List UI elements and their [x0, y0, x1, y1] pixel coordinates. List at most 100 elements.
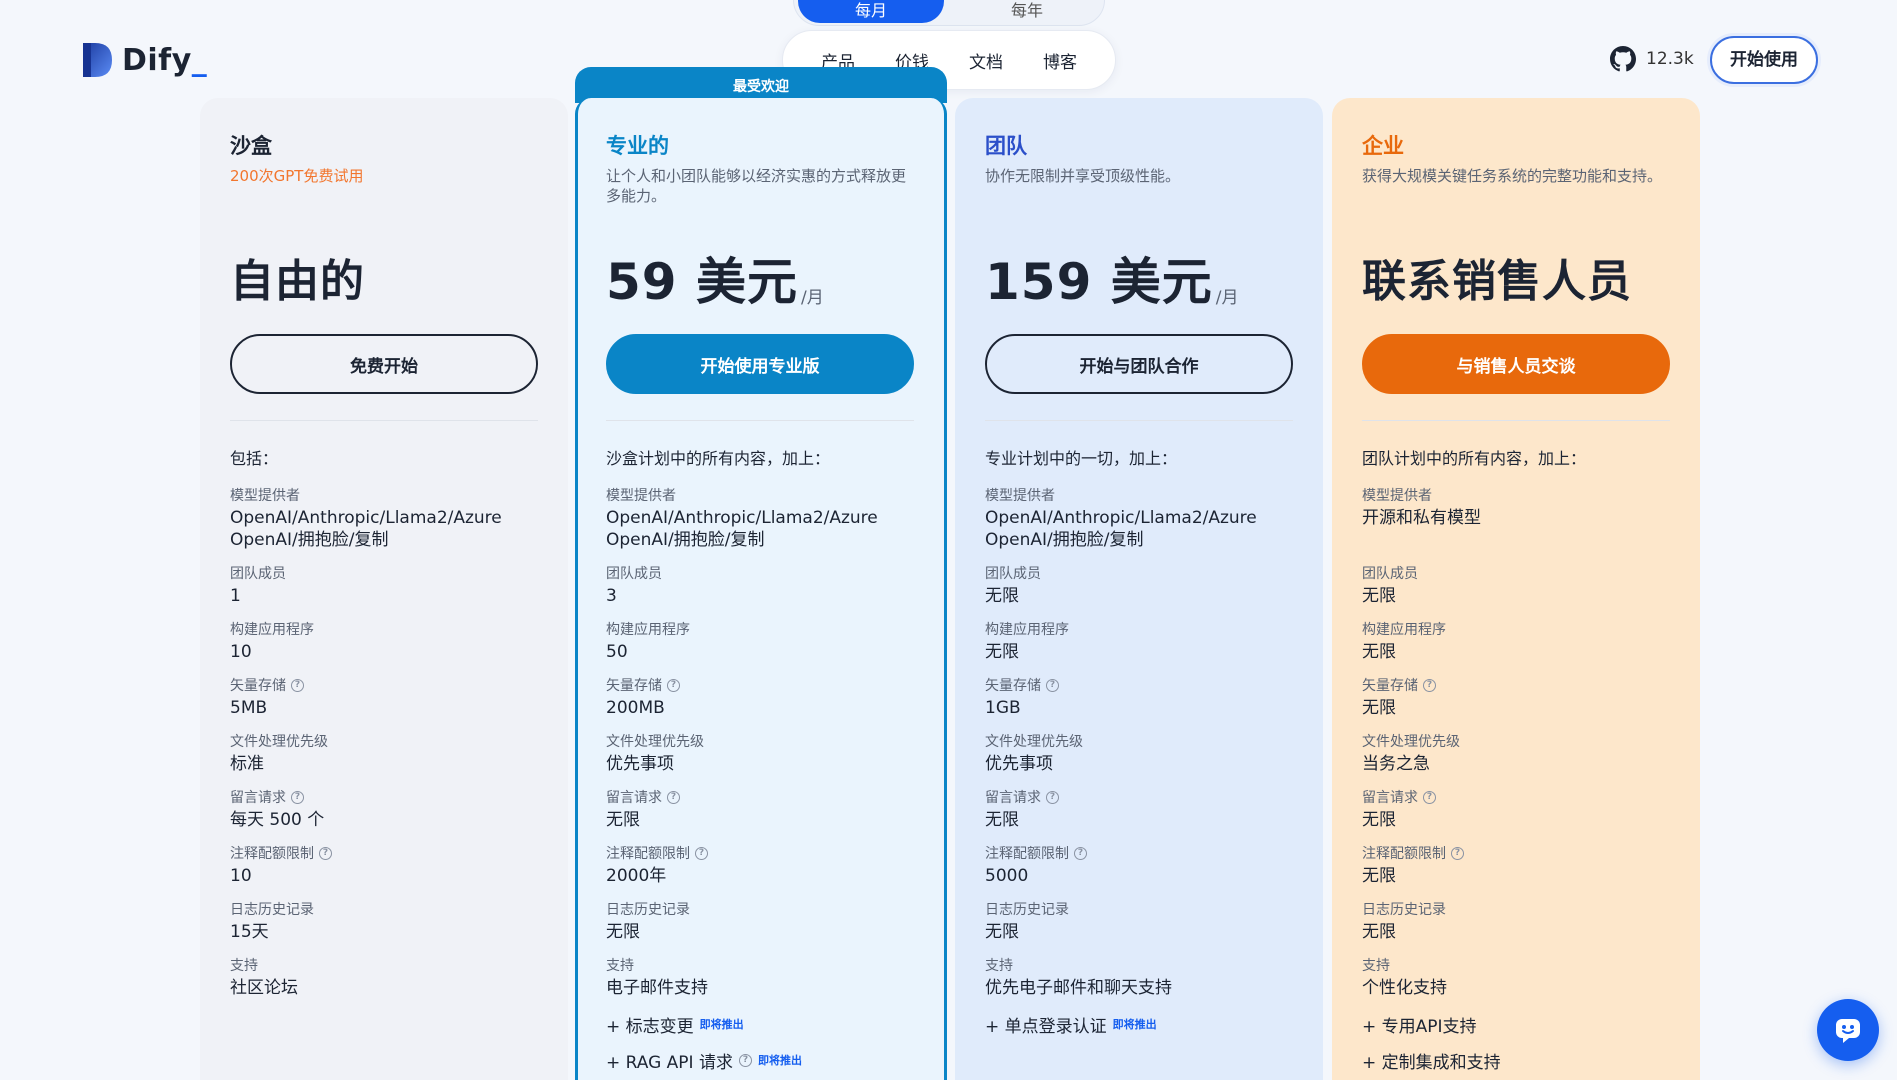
start-team-button[interactable]: 开始与团队合作	[985, 334, 1293, 394]
feature-value: 无限	[985, 922, 1019, 942]
price-row: 自由的	[230, 246, 538, 310]
plan-description: 获得大规模关键任务系统的完整功能和支持。	[1362, 167, 1663, 185]
help-icon[interactable]: ?	[667, 678, 680, 692]
feature-value: OpenAI/Anthropic/Llama2/Azure OpenAI/拥抱脸…	[230, 508, 502, 550]
feature-label-text: 文件处理优先级	[230, 734, 328, 750]
includes-heading: 专业计划中的一切，加上：	[985, 449, 1178, 468]
feature-label: 模型提供者	[230, 485, 538, 505]
feature-label: 支持	[1362, 955, 1670, 975]
feature-item: 支持 电子邮件支持	[606, 955, 914, 999]
github-link[interactable]: 12.3k	[1610, 46, 1694, 72]
feature-value: 标准	[230, 754, 264, 774]
nav-item-blog[interactable]: 博客	[1039, 42, 1081, 79]
feature-label: 构建应用程序	[985, 619, 1293, 639]
feature-value: 无限	[1362, 642, 1396, 662]
feature-value: 开源和私有模型	[1362, 508, 1481, 528]
plan-description: 让个人和小团队能够以经济实惠的方式释放更多能力。	[606, 167, 907, 205]
feature-item: 注释配额限制? 5000	[985, 843, 1293, 887]
feature-label-text: 团队成员	[1362, 566, 1418, 582]
feature-item: 团队成员 无限	[1362, 563, 1670, 607]
period-yearly-option[interactable]: 每年	[954, 0, 1100, 23]
feature-item: 模型提供者 OpenAI/Anthropic/Llama2/Azure OpenA…	[985, 485, 1293, 551]
feature-value: 200MB	[606, 698, 665, 718]
period-monthly-option[interactable]: 每月	[798, 0, 944, 23]
feature-label-text: 模型提供者	[1362, 488, 1432, 504]
help-icon[interactable]: ?	[1046, 790, 1059, 804]
feature-label-text: 构建应用程序	[1362, 622, 1446, 638]
feature-item: 日志历史记录 无限	[606, 899, 914, 943]
talk-to-sales-button[interactable]: 与销售人员交谈	[1362, 334, 1670, 394]
chat-support-button[interactable]	[1817, 999, 1879, 1061]
feature-item: 团队成员 1	[230, 563, 538, 607]
dify-logo[interactable]: Dify_	[81, 41, 207, 79]
dify-logo-icon	[81, 41, 114, 79]
divider	[985, 420, 1293, 421]
feature-value: 1GB	[985, 698, 1021, 718]
help-icon[interactable]: ?	[695, 846, 708, 860]
feature-label: 注释配额限制?	[606, 843, 914, 863]
feature-label-text: 日志历史记录	[606, 902, 690, 918]
feature-label: 矢量存储?	[230, 675, 538, 695]
coming-soon-badge: 即将推出	[699, 1018, 744, 1031]
includes-heading: 团队计划中的所有内容，加上：	[1362, 449, 1587, 468]
divider	[606, 420, 914, 421]
help-icon[interactable]: ?	[667, 790, 680, 804]
logo-text: Dify_	[122, 42, 208, 78]
feature-label: 文件处理优先级	[1362, 731, 1670, 751]
start-free-button[interactable]: 免费开始	[230, 334, 538, 394]
feature-label-text: 注释配额限制	[985, 846, 1069, 862]
help-icon[interactable]: ?	[738, 1053, 752, 1067]
feature-label-text: 支持	[1362, 958, 1390, 974]
feature-label: 文件处理优先级	[230, 731, 538, 751]
feature-item: 构建应用程序 10	[230, 619, 538, 663]
feature-value: 每天 500 个	[230, 810, 325, 830]
plan-description: 协作无限制并享受顶级性能。	[985, 167, 1181, 185]
start-button[interactable]: 开始使用	[1710, 36, 1818, 84]
extra-feature: + 专用API支持	[1362, 1011, 1670, 1037]
feature-value: 10	[230, 642, 252, 662]
feature-value: 50	[606, 642, 628, 662]
feature-item: 留言请求? 每天 500 个	[230, 787, 538, 831]
help-icon[interactable]: ?	[1074, 846, 1087, 860]
feature-label-text: 构建应用程序	[230, 622, 314, 638]
plan-name: 沙盒	[230, 134, 272, 158]
feature-label: 团队成员	[985, 563, 1293, 583]
feature-label: 支持	[606, 955, 914, 975]
extra-feature: + 标志变更 即将推出	[606, 1011, 914, 1037]
extra-feature-text: + 标志变更	[606, 1016, 694, 1037]
feature-label: 支持	[985, 955, 1293, 975]
extra-feature-text: + 定制集成和支持	[1362, 1052, 1501, 1073]
feature-item: 矢量存储? 无限	[1362, 675, 1670, 719]
help-icon[interactable]: ?	[1451, 846, 1464, 860]
feature-label-text: 日志历史记录	[1362, 902, 1446, 918]
feature-item: 日志历史记录 无限	[985, 899, 1293, 943]
feature-label: 留言请求?	[985, 787, 1293, 807]
feature-item: 留言请求? 无限	[985, 787, 1293, 831]
help-icon[interactable]: ?	[319, 846, 332, 860]
feature-label-text: 支持	[606, 958, 634, 974]
nav-item-docs[interactable]: 文档	[965, 42, 1007, 79]
help-icon[interactable]: ?	[1423, 678, 1436, 692]
feature-label-text: 日志历史记录	[230, 902, 314, 918]
feature-value: 无限	[606, 922, 640, 942]
help-icon[interactable]: ?	[1046, 678, 1059, 692]
extra-feature: + 单点登录认证 即将推出	[985, 1011, 1293, 1037]
help-icon[interactable]: ?	[1423, 790, 1436, 804]
feature-label-text: 团队成员	[230, 566, 286, 582]
feature-label: 模型提供者	[1362, 485, 1670, 505]
feature-label-text: 构建应用程序	[985, 622, 1069, 638]
billing-period-toggle[interactable]: 每月 每年	[793, 0, 1105, 26]
plan-card-enterprise: 企业 获得大规模关键任务系统的完整功能和支持。 联系销售人员 与销售人员交谈 团…	[1332, 98, 1700, 1080]
extra-feature: + RAG API 请求? 即将推出	[606, 1047, 914, 1073]
feature-label: 注释配额限制?	[230, 843, 538, 863]
feature-label-text: 日志历史记录	[985, 902, 1069, 918]
feature-label-text: 留言请求	[606, 790, 662, 806]
feature-label: 矢量存储?	[606, 675, 914, 695]
feature-item: 团队成员 3	[606, 563, 914, 607]
feature-value: 当务之急	[1362, 754, 1430, 774]
feature-item: 矢量存储? 1GB	[985, 675, 1293, 719]
help-icon[interactable]: ?	[291, 678, 304, 692]
start-pro-button[interactable]: 开始使用专业版	[606, 334, 914, 394]
feature-label: 日志历史记录	[606, 899, 914, 919]
help-icon[interactable]: ?	[291, 790, 304, 804]
